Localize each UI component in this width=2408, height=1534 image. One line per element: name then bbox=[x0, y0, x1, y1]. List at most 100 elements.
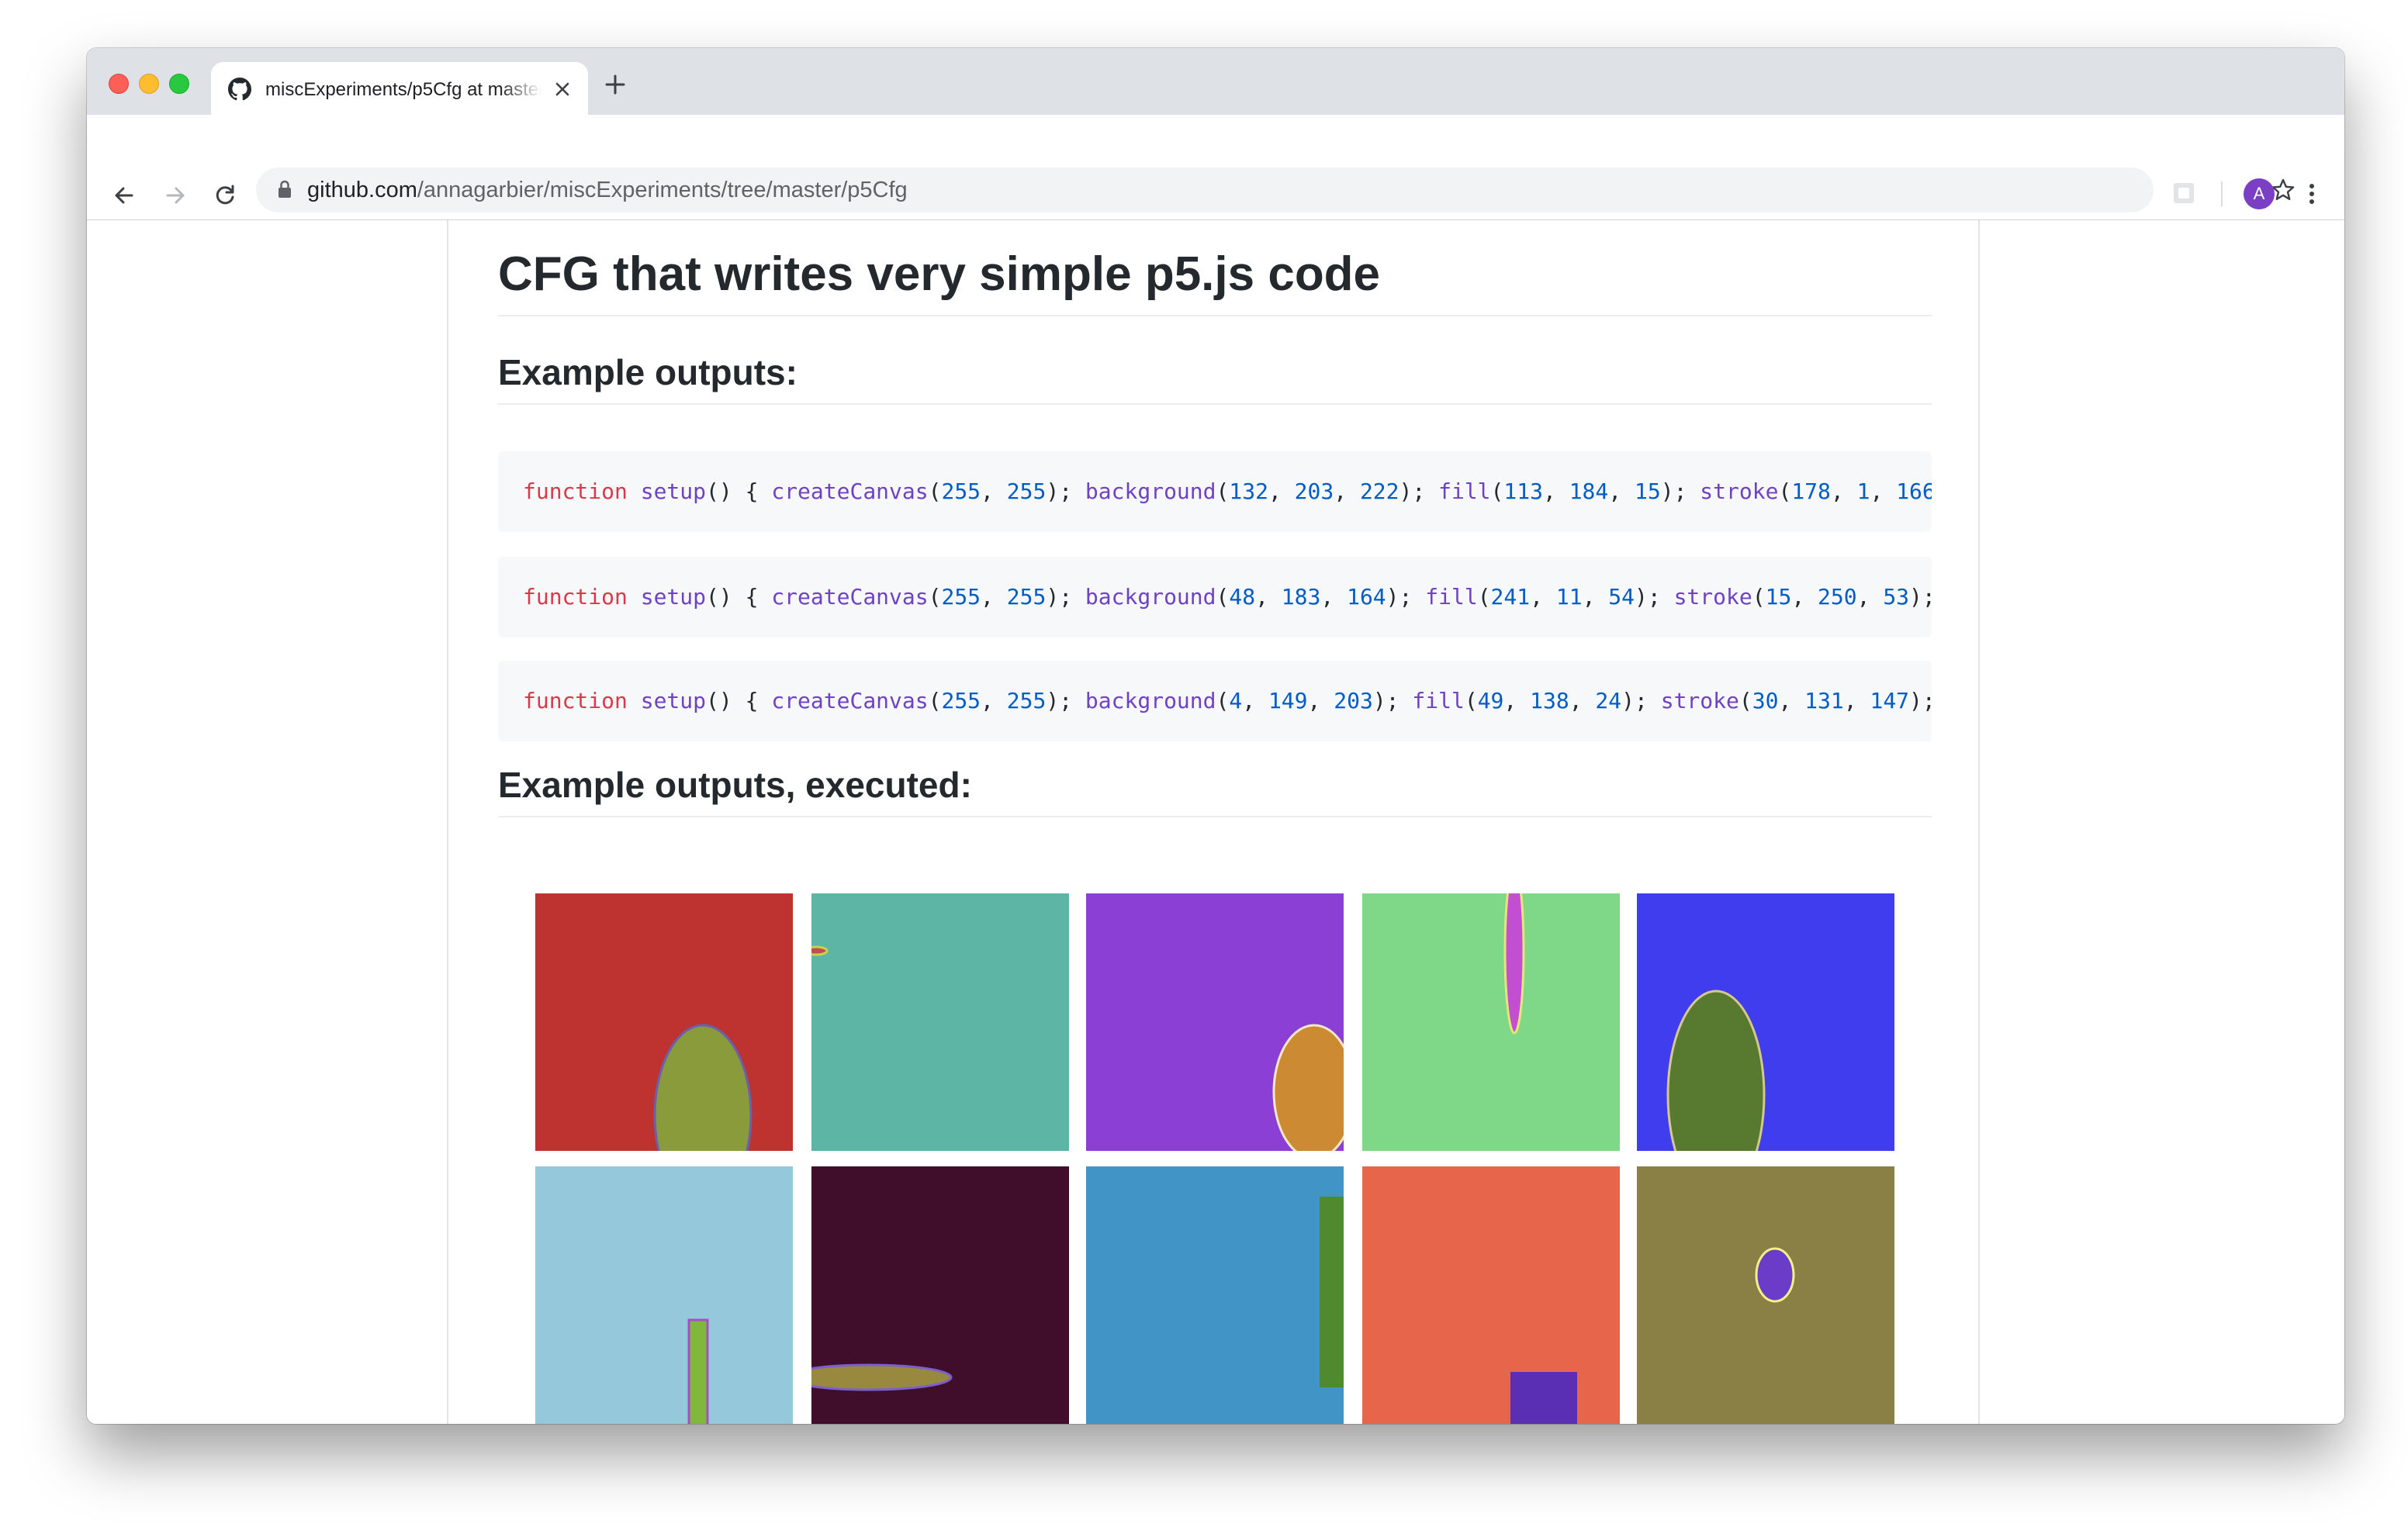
code-token: 250 bbox=[1818, 584, 1857, 610]
code-token: 255 bbox=[1006, 688, 1047, 713]
code-token: setup bbox=[640, 479, 707, 504]
extension-icon[interactable] bbox=[2171, 180, 2197, 206]
browser-toolbar: github.com/annagarbier/miscExperiments/t… bbox=[87, 115, 2344, 220]
code-token: ); bbox=[1046, 479, 1085, 504]
code-token: ); bbox=[1621, 688, 1661, 713]
code-line: function setup() { createCanvas(255, 255… bbox=[523, 580, 1932, 614]
code-token: ); bbox=[1399, 479, 1439, 504]
code-token: background bbox=[1085, 584, 1216, 610]
code-token: 255 bbox=[941, 688, 981, 713]
browser-window: miscExperiments/p5Cfg at master · annaga… bbox=[87, 48, 2344, 1424]
code-token: fill bbox=[1412, 688, 1465, 713]
code-token: ( bbox=[928, 479, 942, 504]
tab-title: miscExperiments/p5Cfg at master · annaga… bbox=[265, 79, 541, 100]
heading-example-outputs: Example outputs: bbox=[498, 349, 1932, 405]
profile-avatar[interactable]: A bbox=[2244, 178, 2275, 209]
code-token: 48 bbox=[1229, 584, 1256, 610]
code-token: 54 bbox=[1608, 584, 1635, 610]
code-token: ); bbox=[1046, 584, 1085, 610]
readme-article: CFG that writes very simple p5.js code E… bbox=[447, 220, 1980, 1424]
close-window-button[interactable] bbox=[109, 74, 129, 94]
code-token: ( bbox=[1216, 479, 1230, 504]
code-token: ( bbox=[1477, 584, 1491, 610]
code-token: stroke bbox=[1700, 479, 1779, 504]
code-token: , bbox=[1242, 688, 1268, 713]
code-token: 149 bbox=[1268, 688, 1308, 713]
code-token: , bbox=[1778, 688, 1805, 713]
code-token: 147 bbox=[1870, 688, 1910, 713]
code-token: () { bbox=[706, 688, 772, 713]
github-icon bbox=[228, 78, 251, 101]
code-token: setup bbox=[640, 584, 707, 610]
minimize-window-button[interactable] bbox=[139, 74, 159, 94]
code-token: 138 bbox=[1530, 688, 1569, 713]
lock-icon[interactable] bbox=[276, 179, 293, 199]
code-token: , bbox=[1582, 584, 1609, 610]
address-bar[interactable]: github.com/annagarbier/miscExperiments/t… bbox=[256, 168, 2295, 212]
code-token: 241 bbox=[1490, 584, 1531, 610]
code-token: 255 bbox=[941, 584, 981, 610]
forward-arrow-icon[interactable] bbox=[160, 180, 191, 211]
kebab-menu-icon[interactable] bbox=[2298, 180, 2326, 208]
code-token: createCanvas bbox=[771, 479, 929, 504]
code-token: 15 bbox=[1765, 584, 1792, 610]
code-token: ); bbox=[1660, 479, 1700, 504]
code-token: 24 bbox=[1595, 688, 1622, 713]
code-token: 184 bbox=[1569, 479, 1609, 504]
close-tab-icon[interactable] bbox=[552, 79, 573, 99]
code-token: , bbox=[1608, 479, 1635, 504]
code-token: , bbox=[981, 584, 1007, 610]
back-arrow-icon[interactable] bbox=[109, 180, 140, 211]
code-line: function setup() { createCanvas(255, 255… bbox=[523, 684, 1932, 718]
sketch-image bbox=[1637, 1166, 1894, 1424]
code-token: ( bbox=[1739, 688, 1752, 713]
code-token: ( bbox=[1490, 479, 1504, 504]
sketch-image bbox=[1086, 1166, 1344, 1424]
code-token: 11 bbox=[1555, 584, 1583, 610]
page-title: CFG that writes very simple p5.js code bbox=[498, 245, 1932, 316]
code-token: , bbox=[1255, 584, 1282, 610]
code-token: 203 bbox=[1294, 479, 1334, 504]
code-token: , bbox=[1307, 688, 1334, 713]
code-token: ); bbox=[1909, 688, 1932, 713]
code-token: ); bbox=[1372, 688, 1413, 713]
code-token: 183 bbox=[1281, 584, 1321, 610]
code-token: createCanvas bbox=[771, 688, 929, 713]
code-token: ( bbox=[1216, 584, 1230, 610]
code-token: () { bbox=[706, 584, 772, 610]
reload-icon[interactable] bbox=[209, 180, 240, 211]
code-token: background bbox=[1085, 688, 1216, 713]
code-token: , bbox=[1856, 584, 1884, 610]
code-token: 131 bbox=[1804, 688, 1844, 713]
code-token: ( bbox=[1216, 688, 1230, 713]
code-token: , bbox=[1334, 479, 1360, 504]
code-token: , bbox=[1830, 479, 1857, 504]
code-token: 1 bbox=[1856, 479, 1870, 504]
code-token: ( bbox=[928, 688, 942, 713]
code-token: , bbox=[1503, 688, 1531, 713]
code-token: ( bbox=[1752, 584, 1766, 610]
code-token: 113 bbox=[1503, 479, 1543, 504]
code-token: , bbox=[1268, 479, 1295, 504]
browser-tab[interactable]: miscExperiments/p5Cfg at master · annaga… bbox=[211, 62, 588, 115]
code-token: setup bbox=[640, 688, 707, 713]
code-token: 203 bbox=[1334, 688, 1373, 713]
url-text[interactable]: github.com/annagarbier/miscExperiments/t… bbox=[307, 177, 908, 203]
sketch-image bbox=[535, 1166, 793, 1424]
new-tab-icon[interactable] bbox=[602, 71, 628, 98]
code-block: function setup() { createCanvas(255, 255… bbox=[498, 451, 1932, 532]
code-token: ( bbox=[1464, 688, 1478, 713]
code-token: 15 bbox=[1635, 479, 1661, 504]
sketch-image bbox=[1362, 893, 1620, 1151]
maximize-window-button[interactable] bbox=[169, 74, 189, 94]
code-token: function bbox=[523, 688, 628, 713]
code-token: function bbox=[523, 584, 628, 610]
code-token: , bbox=[1843, 688, 1870, 713]
code-token: function bbox=[523, 479, 628, 504]
page-viewport: CFG that writes very simple p5.js code E… bbox=[87, 220, 2344, 1424]
title-bar: miscExperiments/p5Cfg at master · annaga… bbox=[87, 48, 2344, 115]
sketch-image bbox=[811, 1166, 1069, 1424]
code-token: , bbox=[1320, 584, 1348, 610]
